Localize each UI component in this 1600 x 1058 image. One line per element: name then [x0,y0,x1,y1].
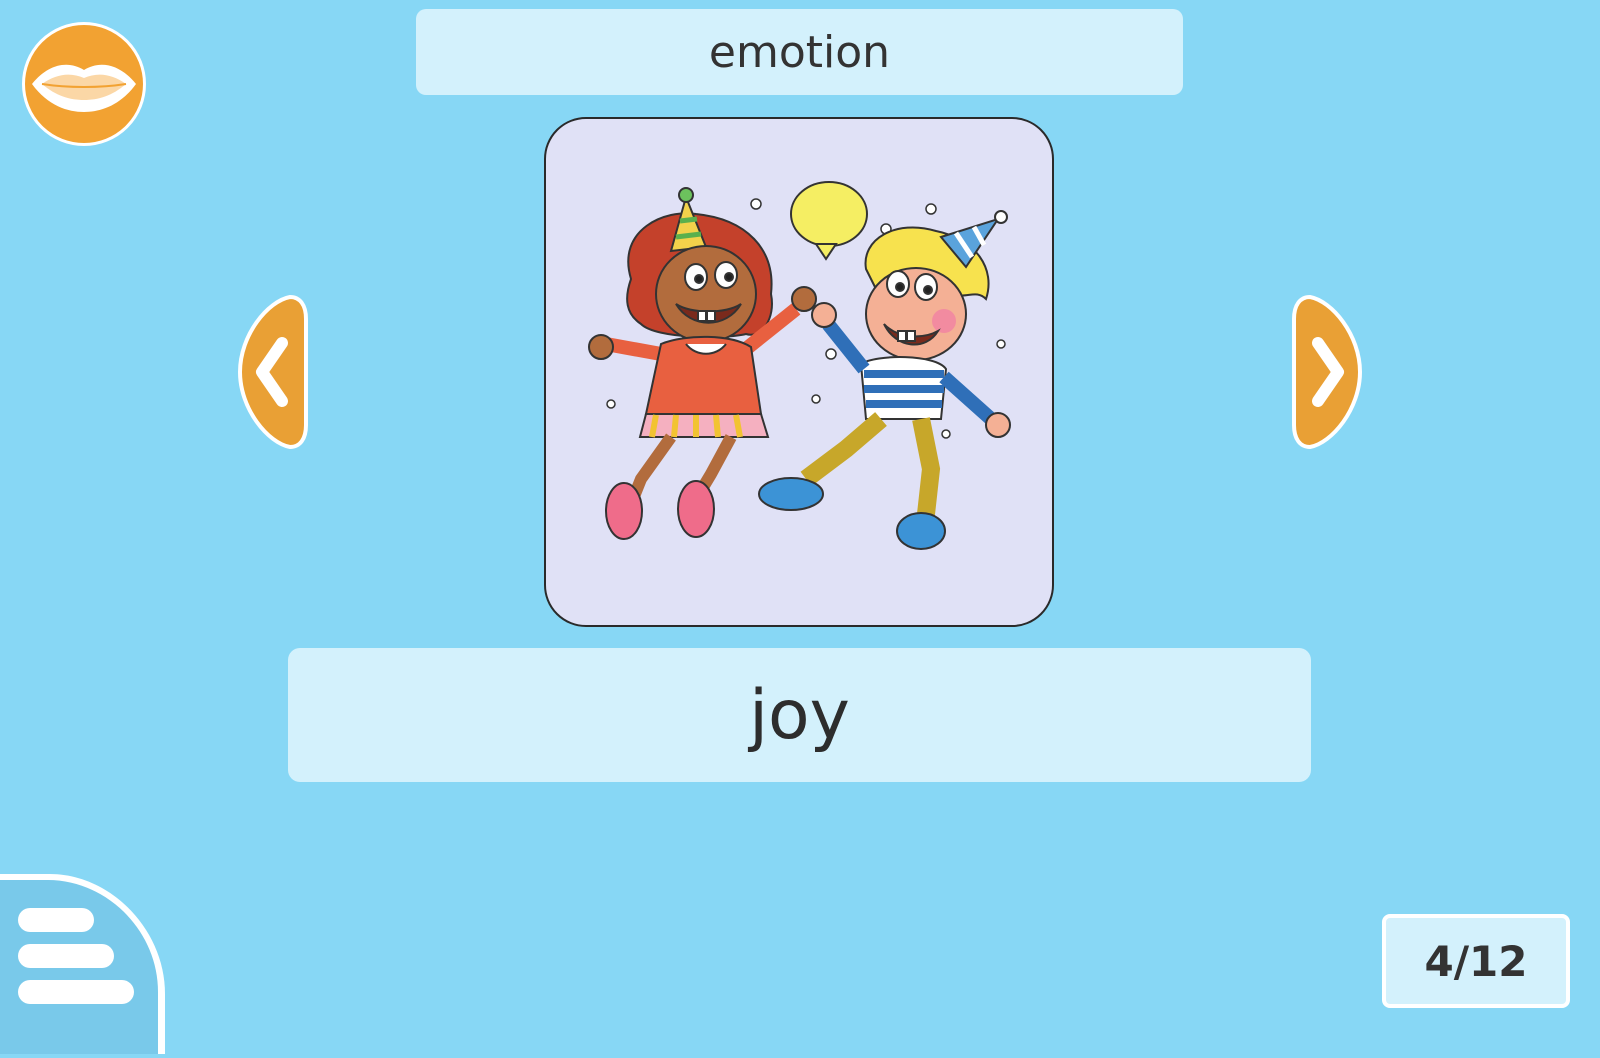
previous-button[interactable] [236,293,310,451]
chevron-right-icon [1292,294,1363,450]
word-label: joy [749,675,850,755]
category-header: emotion [416,9,1183,95]
menu-button[interactable] [0,874,165,1054]
children-celebrating-illustration [588,181,1011,550]
lips-icon [32,64,136,112]
page-counter-text: 4/12 [1424,936,1528,986]
speak-button[interactable] [22,22,146,146]
next-button[interactable] [1290,293,1364,451]
category-title: emotion [708,26,891,78]
picture-card[interactable] [544,117,1054,627]
hamburger-menu-icon [0,874,165,1054]
word-label-box: joy [288,648,1311,782]
page-counter: 4/12 [1382,914,1570,1008]
chevron-left-icon [237,294,308,450]
